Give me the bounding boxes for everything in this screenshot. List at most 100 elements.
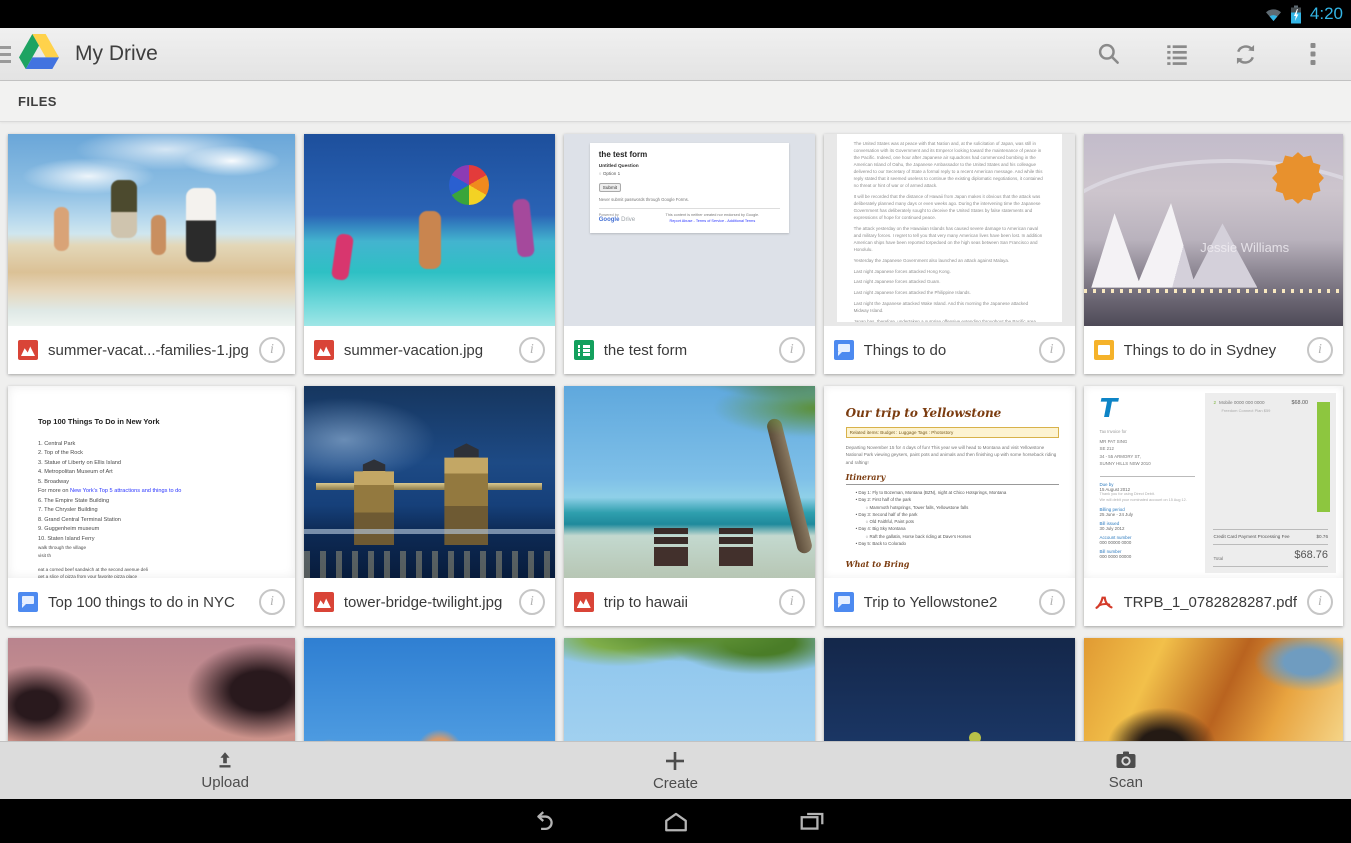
- info-icon[interactable]: [779, 337, 805, 363]
- info-icon[interactable]: [1039, 589, 1065, 615]
- info-icon[interactable]: [1307, 589, 1333, 615]
- file-card[interactable]: T Tax Invoice for MR PAT SING SE 212 34 …: [1084, 386, 1343, 626]
- recents-button[interactable]: [797, 806, 827, 836]
- create-label: Create: [653, 775, 698, 792]
- invoice-line-amount: $68.00: [1292, 400, 1309, 406]
- search-button[interactable]: [1075, 30, 1143, 78]
- info-icon[interactable]: [779, 589, 805, 615]
- file-card[interactable]: Jessie Williams Things to do in Sydney: [1084, 134, 1343, 374]
- form-links: Report Abuse - Terms of Service - Additi…: [645, 219, 780, 223]
- file-meta: Trip to Yellowstone2: [824, 578, 1075, 626]
- invoice-note: We will debit your nominated account on …: [1100, 498, 1204, 504]
- photo-thumbnail[interactable]: [564, 386, 815, 578]
- info-icon[interactable]: [519, 589, 545, 615]
- drive-logo: [19, 34, 59, 74]
- file-name: Things to do: [864, 342, 1029, 359]
- file-meta: tower-bridge-twilight.jpg: [304, 578, 555, 626]
- upload-icon: [214, 750, 236, 772]
- info-icon[interactable]: [259, 337, 285, 363]
- sync-button[interactable]: [1211, 30, 1279, 78]
- file-name: summer-vacation.jpg: [344, 342, 509, 359]
- docs-file-icon: [18, 592, 38, 612]
- info-icon[interactable]: [259, 589, 285, 615]
- document-preview-page: The United States was at peace with that…: [837, 134, 1062, 322]
- invoice-fee-item: Credit Card Payment Processing Fee: [1213, 534, 1289, 539]
- photo-thumbnail[interactable]: [8, 638, 295, 742]
- image-file-icon: [314, 340, 334, 360]
- invoice-value: 000 00000 0000: [1100, 540, 1204, 545]
- drawer-handle-icon[interactable]: [0, 46, 14, 63]
- image-file-icon: [574, 592, 594, 612]
- home-button[interactable]: [661, 806, 691, 836]
- doc-bullet: Old Faithful, Paint pots: [866, 518, 1059, 525]
- document-thumbnail[interactable]: The United States was at peace with that…: [824, 134, 1075, 326]
- file-card[interactable]: [824, 638, 1075, 742]
- status-bar: 4:20: [0, 0, 1351, 28]
- doc-heading: What to Bring: [846, 559, 1059, 569]
- file-card[interactable]: tower-bridge-twilight.jpg: [304, 386, 555, 626]
- file-card[interactable]: trip to hawaii: [564, 386, 815, 626]
- file-card[interactable]: summer-vacat...-families-1.jpg: [8, 134, 295, 374]
- invoice-line: 34 - 55 ARMORY ST,: [1100, 453, 1204, 460]
- list-view-button[interactable]: [1143, 30, 1211, 78]
- photo-thumbnail[interactable]: [304, 638, 555, 742]
- file-meta: trip to hawaii: [564, 578, 815, 626]
- image-file-icon: [314, 592, 334, 612]
- doc-paragraph: Last night Japanese forces attacked the …: [854, 290, 1045, 297]
- back-button[interactable]: [525, 806, 555, 836]
- info-icon[interactable]: [1039, 337, 1065, 363]
- invoice-total-label: Total: [1213, 556, 1223, 561]
- file-card[interactable]: Top 100 Things To Do in New York 1. Cent…: [8, 386, 295, 626]
- photo-figure: [512, 199, 535, 258]
- document-thumbnail[interactable]: Our trip to Yellowstone Related items: B…: [824, 386, 1075, 578]
- bridge-roadway: [304, 529, 555, 534]
- photo-thumbnail[interactable]: Jessie Williams: [1084, 134, 1343, 326]
- photo-thumbnail[interactable]: [8, 134, 295, 326]
- beach-chair: [719, 528, 753, 566]
- upload-label: Upload: [201, 774, 249, 791]
- file-card[interactable]: the test form Untitled Question Option 1…: [564, 134, 815, 374]
- pdf-thumbnail[interactable]: T Tax Invoice for MR PAT SING SE 212 34 …: [1084, 386, 1343, 578]
- beach-chair: [654, 528, 688, 566]
- photo-thumbnail[interactable]: [824, 638, 1075, 742]
- android-nav-bar: [0, 799, 1351, 843]
- photo-thumbnail[interactable]: [304, 134, 555, 326]
- photo-thumbnail[interactable]: [304, 386, 555, 578]
- doc-line: get a slice of pizza from your favorite …: [38, 573, 285, 578]
- photo-figure: [419, 211, 441, 269]
- form-thumbnail[interactable]: the test form Untitled Question Option 1…: [564, 134, 815, 326]
- upload-button[interactable]: Upload: [0, 742, 450, 799]
- drive-app: 4:20 My Drive: [0, 0, 1351, 843]
- invoice-left-column: T Tax Invoice for MR PAT SING SE 212 34 …: [1100, 394, 1204, 559]
- info-icon[interactable]: [1307, 337, 1333, 363]
- bridge-walkway: [316, 483, 542, 490]
- file-card[interactable]: [564, 638, 815, 742]
- overflow-menu-button[interactable]: [1279, 30, 1347, 78]
- doc-line: eat a corned beef sandwich at the second…: [38, 566, 285, 573]
- invoice-line: Tax Invoice for: [1100, 429, 1204, 434]
- scan-button[interactable]: Scan: [901, 742, 1351, 799]
- info-icon[interactable]: [519, 337, 545, 363]
- create-button[interactable]: Create: [450, 742, 900, 799]
- document-thumbnail[interactable]: Top 100 Things To Do in New York 1. Cent…: [8, 386, 295, 578]
- doc-line: 8. Grand Central Terminal Station: [38, 516, 285, 526]
- invoice-green-bar: [1317, 402, 1330, 512]
- file-card[interactable]: [8, 638, 295, 742]
- photo-figure: [111, 180, 137, 238]
- battery-charging-icon: [1290, 5, 1302, 24]
- file-card[interactable]: The United States was at peace with that…: [824, 134, 1075, 374]
- camera-icon: [1114, 750, 1138, 772]
- doc-paragraph: Japan has, therefore, undertaken a surpr…: [854, 319, 1045, 322]
- file-card[interactable]: [304, 638, 555, 742]
- invoice-line: MR PAT SING: [1100, 438, 1204, 445]
- docs-file-icon: [834, 592, 854, 612]
- file-card[interactable]: Our trip to Yellowstone Related items: B…: [824, 386, 1075, 626]
- file-card[interactable]: summer-vacation.jpg: [304, 134, 555, 374]
- files-label: FILES: [18, 94, 57, 109]
- photo-figure: [331, 233, 354, 281]
- photo-thumbnail[interactable]: [1084, 638, 1343, 742]
- doc-line: 3. Statue of Liberty on Ellis Island: [38, 459, 285, 469]
- form-footer: Powered by Google Drive This content is …: [599, 208, 780, 223]
- photo-thumbnail[interactable]: [564, 638, 815, 742]
- file-card[interactable]: [1084, 638, 1343, 742]
